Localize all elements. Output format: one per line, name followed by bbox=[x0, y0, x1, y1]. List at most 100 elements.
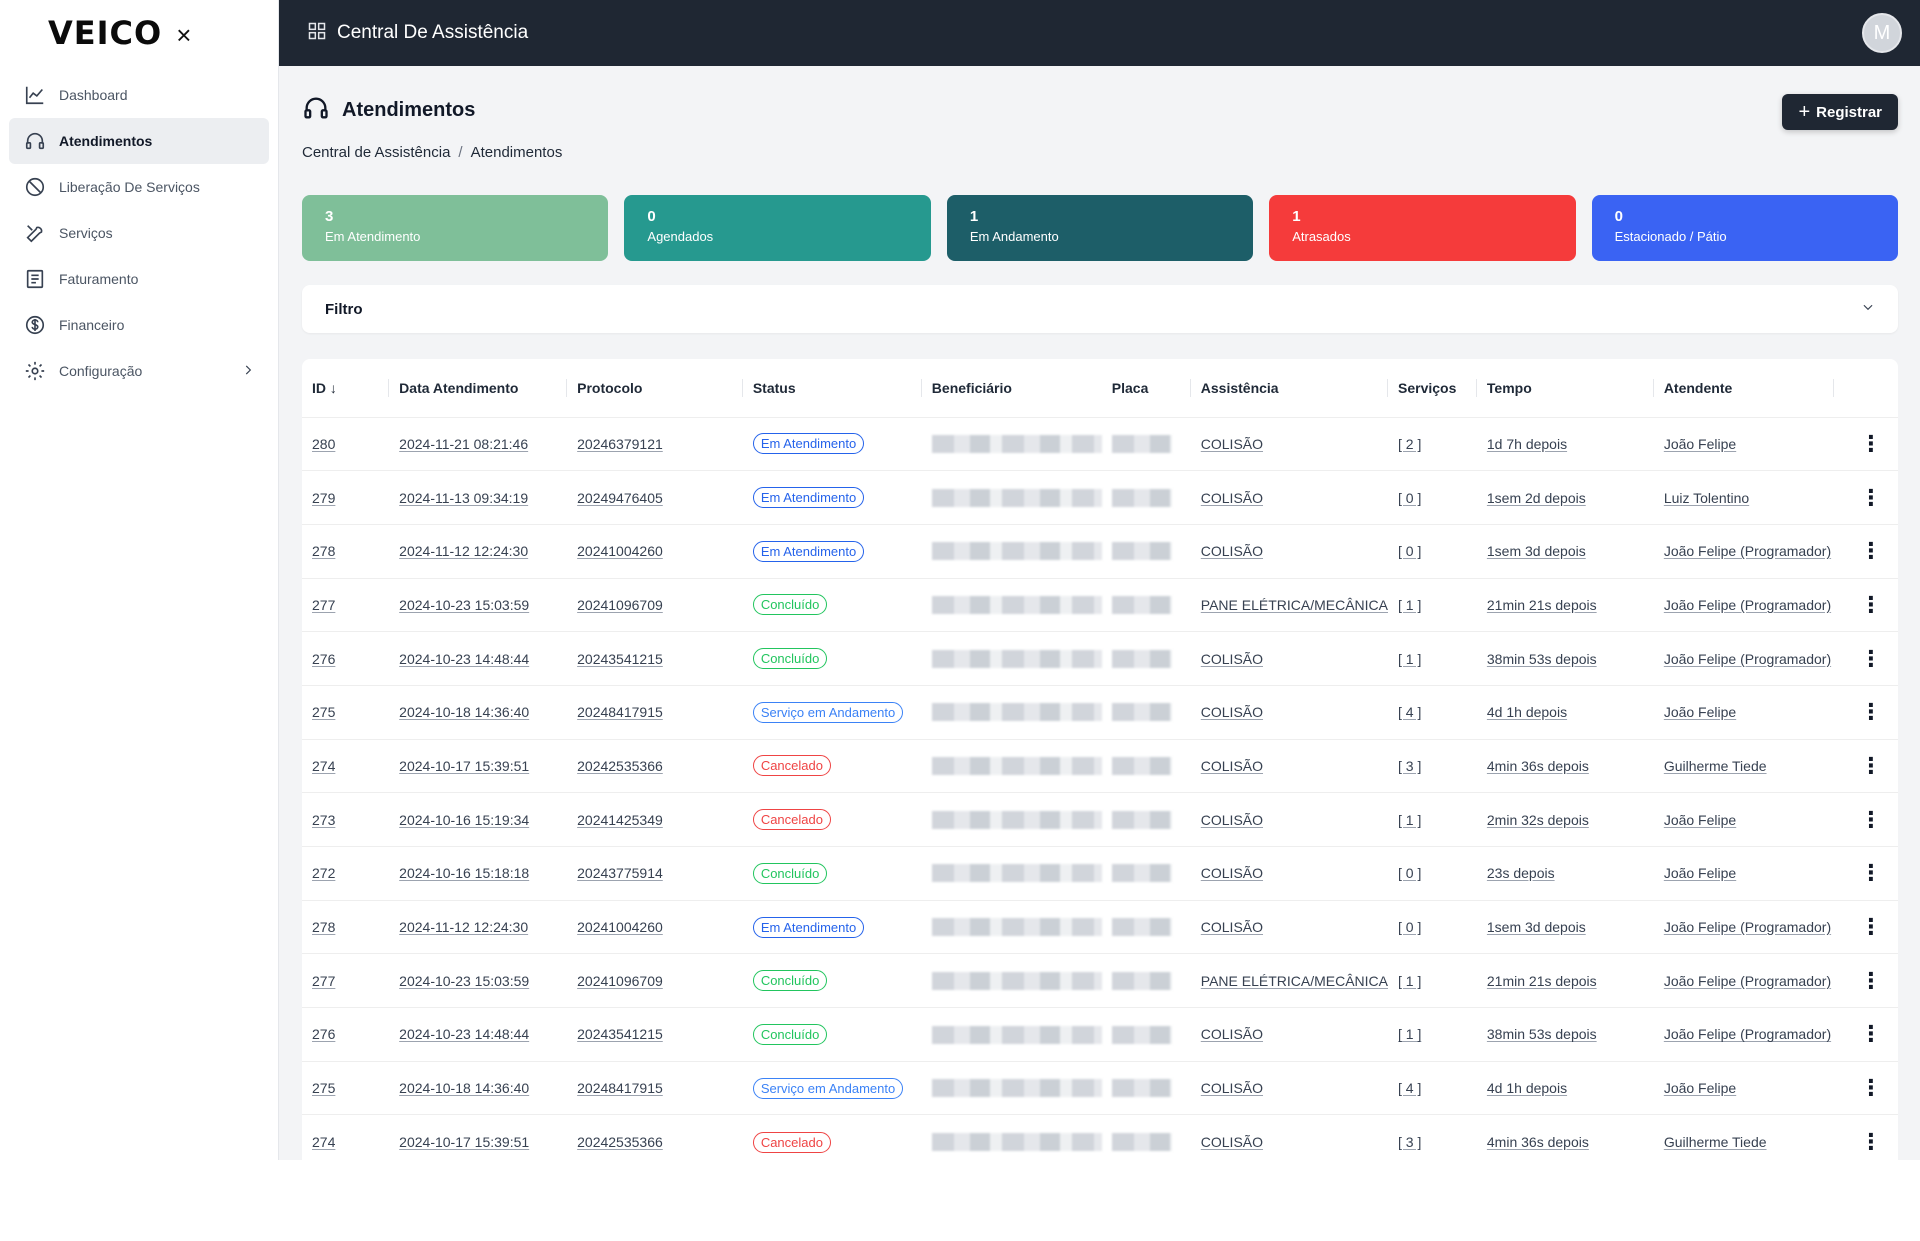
column-header-protocolo[interactable]: Protocolo bbox=[567, 359, 743, 417]
sidebar-item-faturamento[interactable]: Faturamento bbox=[9, 256, 269, 302]
row-id-link[interactable]: 279 bbox=[312, 490, 335, 506]
kebab-menu-icon[interactable]: ⋮ bbox=[1833, 684, 1898, 740]
column-header-assistencia[interactable]: Assistência bbox=[1191, 359, 1388, 417]
table-row[interactable]: 278 2024-11-12 12:24:30 20241004260 Em Aten… bbox=[302, 523, 1898, 579]
cell-id[interactable]: 275 bbox=[302, 1060, 390, 1115]
sidebar-item-atendimentos[interactable]: Atendimentos bbox=[9, 118, 269, 164]
card-em-andamento[interactable]: 1 Em Andamento bbox=[946, 195, 1254, 261]
cell-id[interactable]: 274 bbox=[302, 738, 390, 793]
kebab-menu-icon[interactable]: ⋮ bbox=[1833, 416, 1898, 471]
kebab-menu-icon[interactable]: ⋮ bbox=[1833, 846, 1898, 901]
cell-beneficiario bbox=[921, 1007, 1102, 1062]
column-header-data[interactable]: Data Atendimento bbox=[389, 359, 568, 417]
cell-protocolo: 20241004260 bbox=[567, 523, 743, 579]
column-header-placa[interactable]: Placa bbox=[1102, 359, 1191, 417]
row-id-link[interactable]: 275 bbox=[312, 1080, 335, 1096]
kebab-menu-icon[interactable]: ⋮ bbox=[1833, 738, 1898, 793]
card-estacionado[interactable]: 0 Estacionado / Pátio bbox=[1591, 195, 1899, 261]
row-id-link[interactable]: 276 bbox=[312, 1026, 335, 1042]
avatar[interactable]: M bbox=[1862, 13, 1902, 53]
row-id-link[interactable]: 277 bbox=[312, 597, 335, 613]
cell-placa bbox=[1101, 899, 1191, 954]
redacted-beneficiary bbox=[931, 864, 1102, 883]
cell-id[interactable]: 277 bbox=[302, 577, 390, 632]
row-assistance: COLISÃO bbox=[1200, 919, 1264, 936]
kebab-menu-icon[interactable]: ⋮ bbox=[1833, 523, 1898, 579]
row-id-link[interactable]: 273 bbox=[312, 812, 335, 828]
card-agendados[interactable]: 0 Agendados bbox=[624, 195, 931, 261]
column-header-beneficiario[interactable]: Beneficiário bbox=[922, 359, 1102, 417]
cell-tempo: 38min 53s depois bbox=[1476, 631, 1654, 686]
register-button[interactable]: + Registrar bbox=[1782, 94, 1898, 130]
table-row[interactable]: 272 2024-10-16 15:18:18 20243775914 Concluí… bbox=[302, 846, 1898, 901]
kebab-menu-icon[interactable]: ⋮ bbox=[1833, 470, 1898, 525]
row-id-link[interactable]: 276 bbox=[312, 651, 335, 667]
table-row[interactable]: 275 2024-10-18 14:36:40 20248417915 Serviço… bbox=[302, 1060, 1898, 1115]
sidebar-item-dashboard[interactable]: Dashboard bbox=[9, 72, 269, 118]
sidebar-item-configuracao[interactable]: Configuração bbox=[9, 348, 269, 394]
column-header-atendente[interactable]: Atendente bbox=[1654, 359, 1834, 417]
chevron-right-icon bbox=[241, 363, 255, 380]
cell-id[interactable]: 278 bbox=[302, 899, 390, 954]
kebab-menu-icon[interactable]: ⋮ bbox=[1833, 899, 1898, 954]
row-date: 2024-11-13 09:34:19 bbox=[399, 489, 529, 506]
row-services: [ 3 ] bbox=[1398, 757, 1422, 774]
card-em-atendimento[interactable]: 3 Em Atendimento bbox=[302, 195, 609, 261]
table-row[interactable]: 280 2024-11-21 08:21:46 20246379121 Em Aten… bbox=[302, 416, 1898, 471]
row-id-link[interactable]: 278 bbox=[312, 543, 335, 559]
table-row[interactable]: 273 2024-10-16 15:19:34 20241425349 Cancela… bbox=[302, 792, 1898, 847]
kebab-menu-icon[interactable]: ⋮ bbox=[1833, 577, 1898, 632]
cell-id[interactable]: 276 bbox=[302, 1007, 390, 1062]
cell-id[interactable]: 276 bbox=[302, 631, 390, 686]
row-id-link[interactable]: 274 bbox=[312, 1134, 335, 1150]
row-id-link[interactable]: 278 bbox=[312, 919, 335, 935]
status-badge: Cancelado bbox=[752, 755, 831, 777]
sidebar-item-liberacao[interactable]: Liberação De Serviços bbox=[9, 164, 269, 210]
arrow-down-icon: ↓ bbox=[329, 379, 337, 396]
column-header-id[interactable]: ID ↓ bbox=[302, 359, 390, 417]
redacted-plate bbox=[1111, 864, 1172, 883]
table-row[interactable]: 279 2024-11-13 09:34:19 20249476405 Em Aten… bbox=[302, 470, 1898, 525]
column-header-servicos[interactable]: Serviços bbox=[1388, 359, 1477, 417]
kebab-menu-icon[interactable]: ⋮ bbox=[1833, 1007, 1898, 1062]
cell-id[interactable]: 279 bbox=[302, 470, 390, 525]
kebab-menu-icon[interactable]: ⋮ bbox=[1833, 1114, 1898, 1160]
kebab-menu-icon[interactable]: ⋮ bbox=[1833, 953, 1898, 1008]
table-row[interactable]: 276 2024-10-23 14:48:44 20243541215 Concluí… bbox=[302, 631, 1898, 686]
cell-id[interactable]: 272 bbox=[302, 846, 390, 901]
cell-servicos: [ 2 ] bbox=[1388, 416, 1477, 471]
sidebar-item-financeiro[interactable]: Financeiro bbox=[9, 302, 269, 348]
table-row[interactable]: 274 2024-10-17 15:39:51 20242535366 Cancela… bbox=[302, 738, 1898, 793]
table-row[interactable]: 275 2024-10-18 14:36:40 20248417915 Serviço… bbox=[302, 684, 1898, 740]
breadcrumb-separator: / bbox=[458, 144, 463, 161]
cell-id[interactable]: 273 bbox=[302, 792, 390, 847]
cell-id[interactable]: 275 bbox=[302, 684, 390, 740]
row-id-link[interactable]: 277 bbox=[312, 973, 335, 989]
kebab-menu-icon[interactable]: ⋮ bbox=[1833, 792, 1898, 847]
cell-id[interactable]: 274 bbox=[302, 1114, 390, 1160]
cell-id[interactable]: 278 bbox=[302, 523, 390, 579]
table-row[interactable]: 274 2024-10-17 15:39:51 20242535366 Cancela… bbox=[302, 1114, 1898, 1160]
filter-panel[interactable]: Filtro bbox=[302, 285, 1898, 333]
breadcrumb-item[interactable]: Central de Assistência bbox=[302, 144, 450, 161]
table-row[interactable]: 277 2024-10-23 15:03:59 20241096709 Concluí… bbox=[302, 577, 1898, 632]
kebab-menu-icon[interactable]: ⋮ bbox=[1833, 631, 1898, 686]
card-atrasados[interactable]: 1 Atrasados bbox=[1269, 195, 1576, 261]
table-row[interactable]: 277 2024-10-23 15:03:59 20241096709 Concluí… bbox=[302, 953, 1898, 1008]
sidebar-item-servicos[interactable]: Serviços bbox=[9, 210, 269, 256]
column-header-status[interactable]: Status bbox=[743, 359, 922, 417]
cell-id[interactable]: 277 bbox=[302, 953, 390, 1008]
row-id-link[interactable]: 274 bbox=[312, 758, 335, 774]
row-id-link[interactable]: 272 bbox=[312, 865, 335, 881]
close-sidebar-icon[interactable]: × bbox=[176, 22, 191, 48]
column-header-tempo[interactable]: Tempo bbox=[1477, 359, 1654, 417]
cell-id[interactable]: 280 bbox=[302, 416, 390, 471]
chevron-down-icon[interactable] bbox=[1861, 300, 1875, 319]
row-id-link[interactable]: 275 bbox=[312, 704, 335, 720]
table-row[interactable]: 276 2024-10-23 14:48:44 20243541215 Concluí… bbox=[302, 1007, 1898, 1062]
cell-status: Em Atendimento bbox=[742, 899, 922, 954]
cell-atendente: João Felipe (Programador) bbox=[1653, 899, 1834, 954]
table-row[interactable]: 278 2024-11-12 12:24:30 20241004260 Em Aten… bbox=[302, 899, 1898, 954]
row-id-link[interactable]: 280 bbox=[312, 436, 335, 452]
kebab-menu-icon[interactable]: ⋮ bbox=[1833, 1060, 1898, 1115]
